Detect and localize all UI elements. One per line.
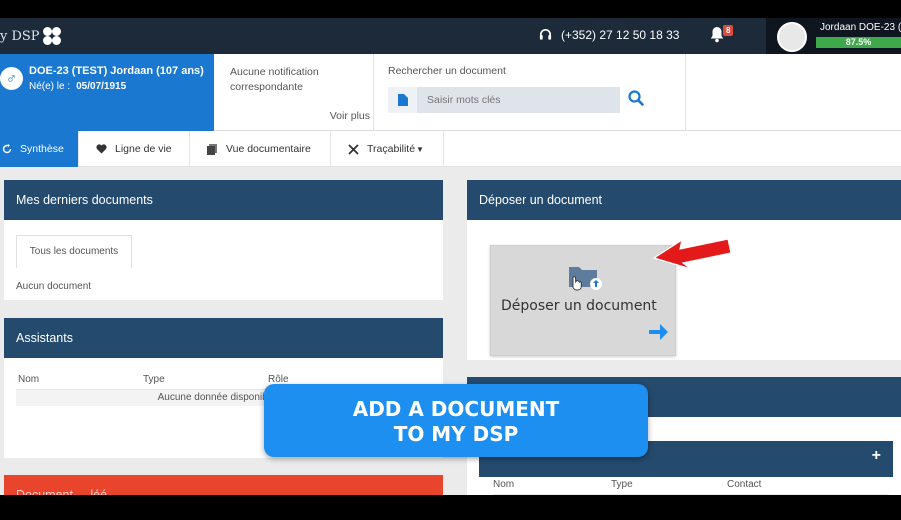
folder-upload-icon — [569, 263, 603, 298]
notification-count-badge: 8 — [723, 25, 734, 36]
avatar — [777, 22, 807, 52]
user-menu[interactable]: Jordaan DOE-23 ( 87.5% — [766, 18, 901, 54]
panel-title: Assistants — [4, 318, 443, 358]
tab-label: Traçabilité — [367, 143, 416, 155]
notification-panel: Aucune notification correspondante Voir … — [214, 54, 374, 131]
caret-down-icon: ▼ — [416, 144, 424, 154]
column-header[interactable]: Type — [611, 479, 633, 490]
tab-synthese[interactable]: Synthèse — [0, 131, 79, 167]
add-contact-button[interactable]: + — [872, 447, 881, 465]
patient-dob: Né(e) le : 05/07/1915 — [29, 81, 126, 92]
document-search: Rechercher un document — [374, 54, 686, 131]
table-header: Nom Type Contact — [493, 479, 889, 495]
deposit-document-button[interactable]: Déposer un document — [490, 245, 676, 356]
dob-value: 05/07/1915 — [76, 81, 127, 92]
pointer-arrow-icon — [652, 230, 732, 277]
patient-card[interactable]: ♂ DOE-23 (TEST) Jordaan (107 ans) Né(e) … — [0, 54, 214, 131]
document-type-button[interactable] — [388, 87, 417, 113]
tools-icon — [348, 143, 359, 155]
arrow-right-icon — [647, 322, 669, 345]
refresh-icon — [2, 144, 12, 154]
male-gender-icon: ♂ — [0, 67, 23, 90]
phone-number: (+352) 27 12 50 18 33 — [561, 27, 680, 42]
panel-title: Document ... léé — [16, 488, 108, 495]
dob-label: Né(e) le : — [29, 81, 71, 92]
support-phone[interactable]: (+352) 27 12 50 18 33 — [538, 27, 679, 42]
logo-text: y DSP — [0, 28, 40, 44]
patient-name: DOE-23 (TEST) Jordaan (107 ans) — [29, 65, 204, 77]
search-icon — [628, 90, 644, 106]
patient-header: ♂ DOE-23 (TEST) Jordaan (107 ans) Né(e) … — [0, 54, 901, 131]
column-header[interactable]: Nom — [18, 374, 39, 385]
search-input[interactable] — [417, 87, 620, 113]
profile-progress-bar: 87.5% — [816, 37, 901, 48]
add-document-cta[interactable]: ADD A DOCUMENT TO MY DSP — [264, 384, 648, 457]
top-bar: y DSP (+352) 27 12 50 18 33 8 Jordaan DO… — [0, 18, 901, 54]
panel-title: Mes derniers documents — [4, 180, 443, 220]
column-header[interactable]: Contact — [727, 479, 761, 490]
cta-line-2: TO MY DSP — [393, 422, 519, 446]
empty-message: Aucun document — [16, 281, 92, 292]
document-icon — [397, 94, 408, 106]
column-header[interactable]: Nom — [493, 479, 514, 490]
deposit-card-label: Déposer un document — [501, 298, 657, 314]
search-button[interactable] — [628, 90, 644, 109]
tab-label: Synthèse — [20, 143, 64, 155]
documents-icon — [207, 143, 217, 155]
filter-tab-all-documents[interactable]: Tous les documents — [16, 235, 132, 268]
headset-icon — [539, 29, 552, 40]
notifications-button[interactable]: 8 — [709, 25, 734, 46]
panel-title: Déposer un document — [467, 180, 901, 220]
see-more-link[interactable]: Voir plus — [330, 110, 370, 122]
column-header[interactable]: Type — [143, 374, 165, 385]
main-tabs: Synthèse Ligne de vie Vue documentaire T… — [0, 131, 901, 167]
tab-ligne-de-vie[interactable]: Ligne de vie — [79, 131, 190, 167]
tab-label: Vue documentaire — [226, 143, 311, 155]
notification-text: Aucune notification correspondante — [230, 66, 319, 93]
cta-line-1: ADD A DOCUMENT — [352, 397, 560, 421]
recent-documents-panel: Mes derniers documents Tous les document… — [4, 180, 443, 300]
user-name: Jordaan DOE-23 ( — [820, 22, 901, 33]
app-logo[interactable]: y DSP — [0, 23, 61, 49]
tab-tracabilite[interactable]: Traçabilité ▼ — [331, 131, 444, 167]
tab-label: Ligne de vie — [115, 143, 172, 155]
heart-icon — [96, 144, 107, 154]
third-panel: Document ... léé — [4, 475, 443, 495]
clover-icon — [42, 27, 61, 45]
search-label: Rechercher un document — [388, 65, 506, 77]
tab-vue-documentaire[interactable]: Vue documentaire — [190, 131, 331, 167]
